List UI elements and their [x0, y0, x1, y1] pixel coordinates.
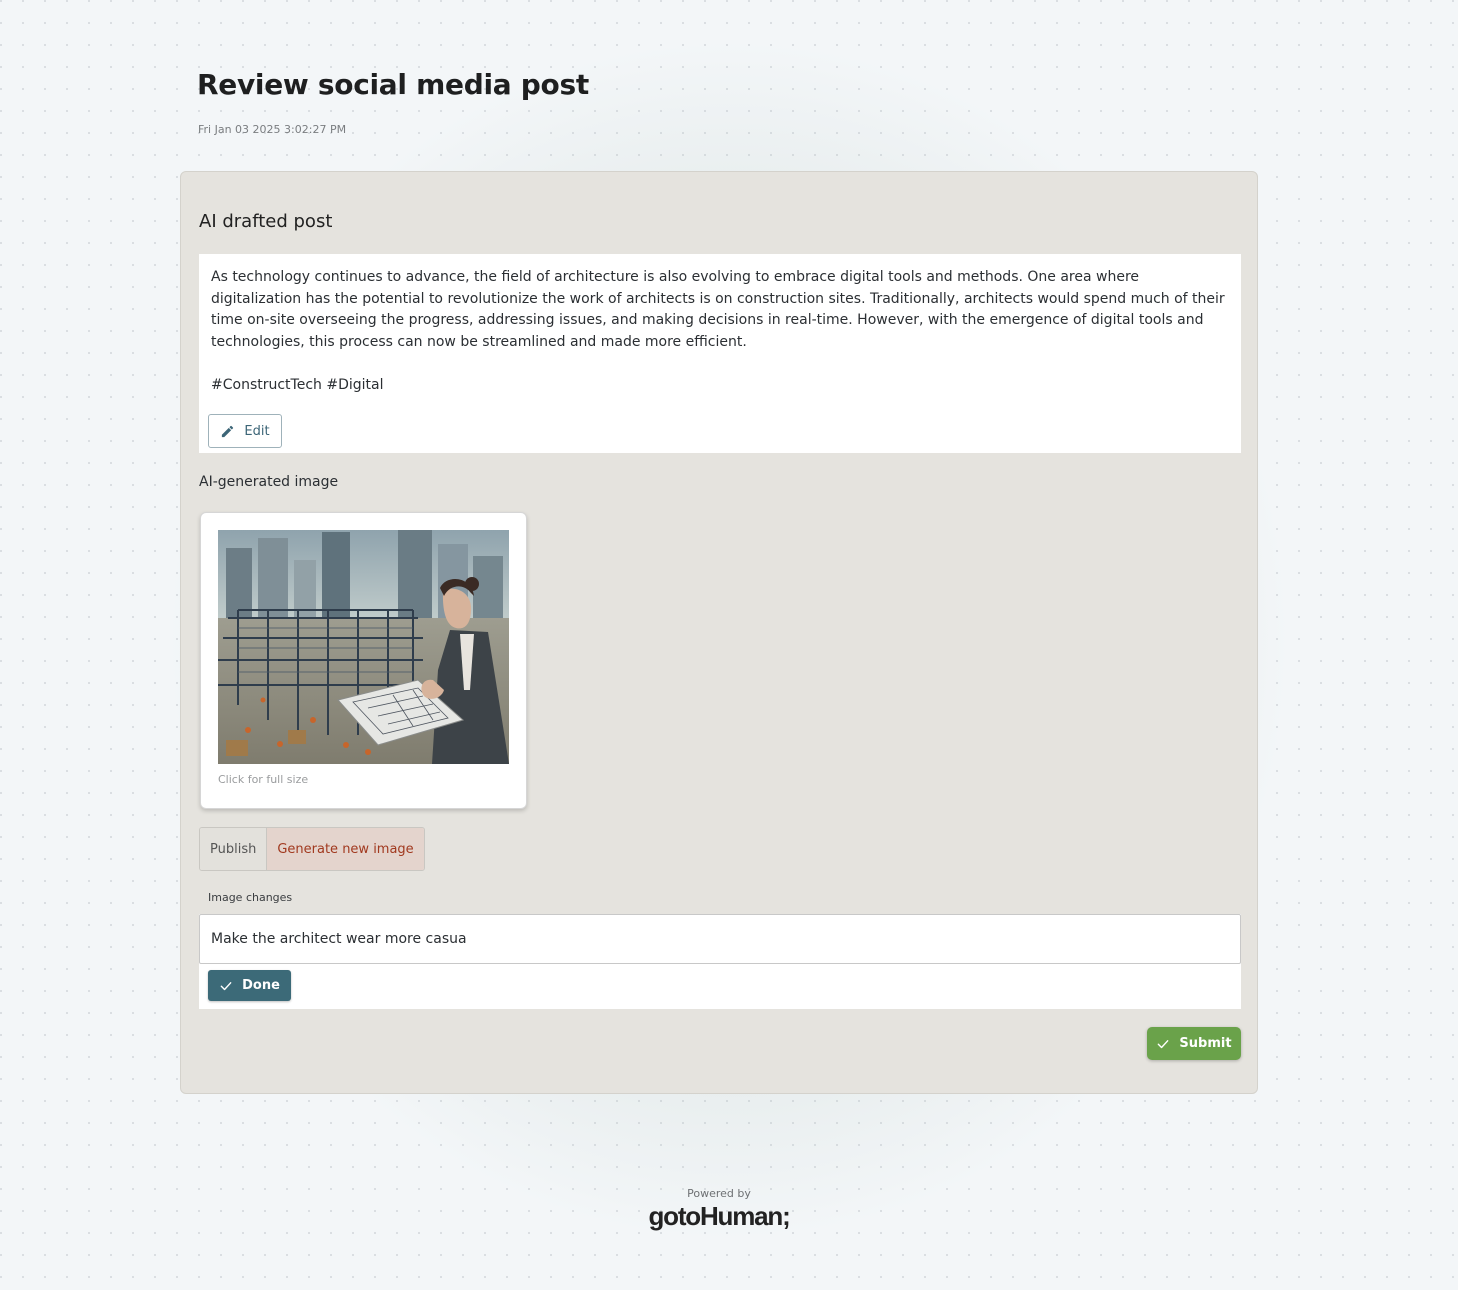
- submit-button-label: Submit: [1179, 1036, 1232, 1051]
- image-changes-label: Image changes: [208, 891, 293, 904]
- post-section-title: AI drafted post: [199, 211, 333, 232]
- edit-button[interactable]: Edit: [208, 414, 282, 448]
- done-button[interactable]: Done: [208, 970, 291, 1001]
- construction-site-illustration: [218, 530, 509, 764]
- generated-image[interactable]: [218, 530, 509, 764]
- check-icon: [220, 981, 232, 990]
- edit-button-label: Edit: [244, 423, 270, 439]
- post-content-box: As technology continues to advance, the …: [199, 254, 1241, 453]
- generate-new-image-option[interactable]: Generate new image: [267, 828, 424, 870]
- image-caption: Click for full size: [218, 773, 309, 786]
- image-section-title: AI-generated image: [199, 474, 339, 490]
- pencil-icon: [222, 425, 234, 437]
- review-card: AI drafted post As technology continues …: [180, 171, 1258, 1094]
- submit-button[interactable]: Submit: [1147, 1027, 1241, 1060]
- image-preview-card[interactable]: Click for full size: [200, 512, 527, 809]
- post-text: As technology continues to advance, the …: [211, 269, 1225, 393]
- image-changes-input[interactable]: [199, 914, 1241, 964]
- publish-option[interactable]: Publish: [200, 828, 268, 870]
- brand-logo[interactable]: gotoHuman;: [0, 1201, 1438, 1232]
- powered-by-label: Powered by: [687, 1187, 751, 1200]
- timestamp: Fri Jan 03 2025 3:02:27 PM: [198, 123, 347, 136]
- done-button-label: Done: [242, 978, 280, 993]
- check-icon: [1158, 1039, 1169, 1048]
- image-action-toggle: Publish Generate new image: [199, 827, 425, 871]
- page-title: Review social media post: [197, 68, 589, 101]
- image-changes-panel: Done: [199, 914, 1241, 1009]
